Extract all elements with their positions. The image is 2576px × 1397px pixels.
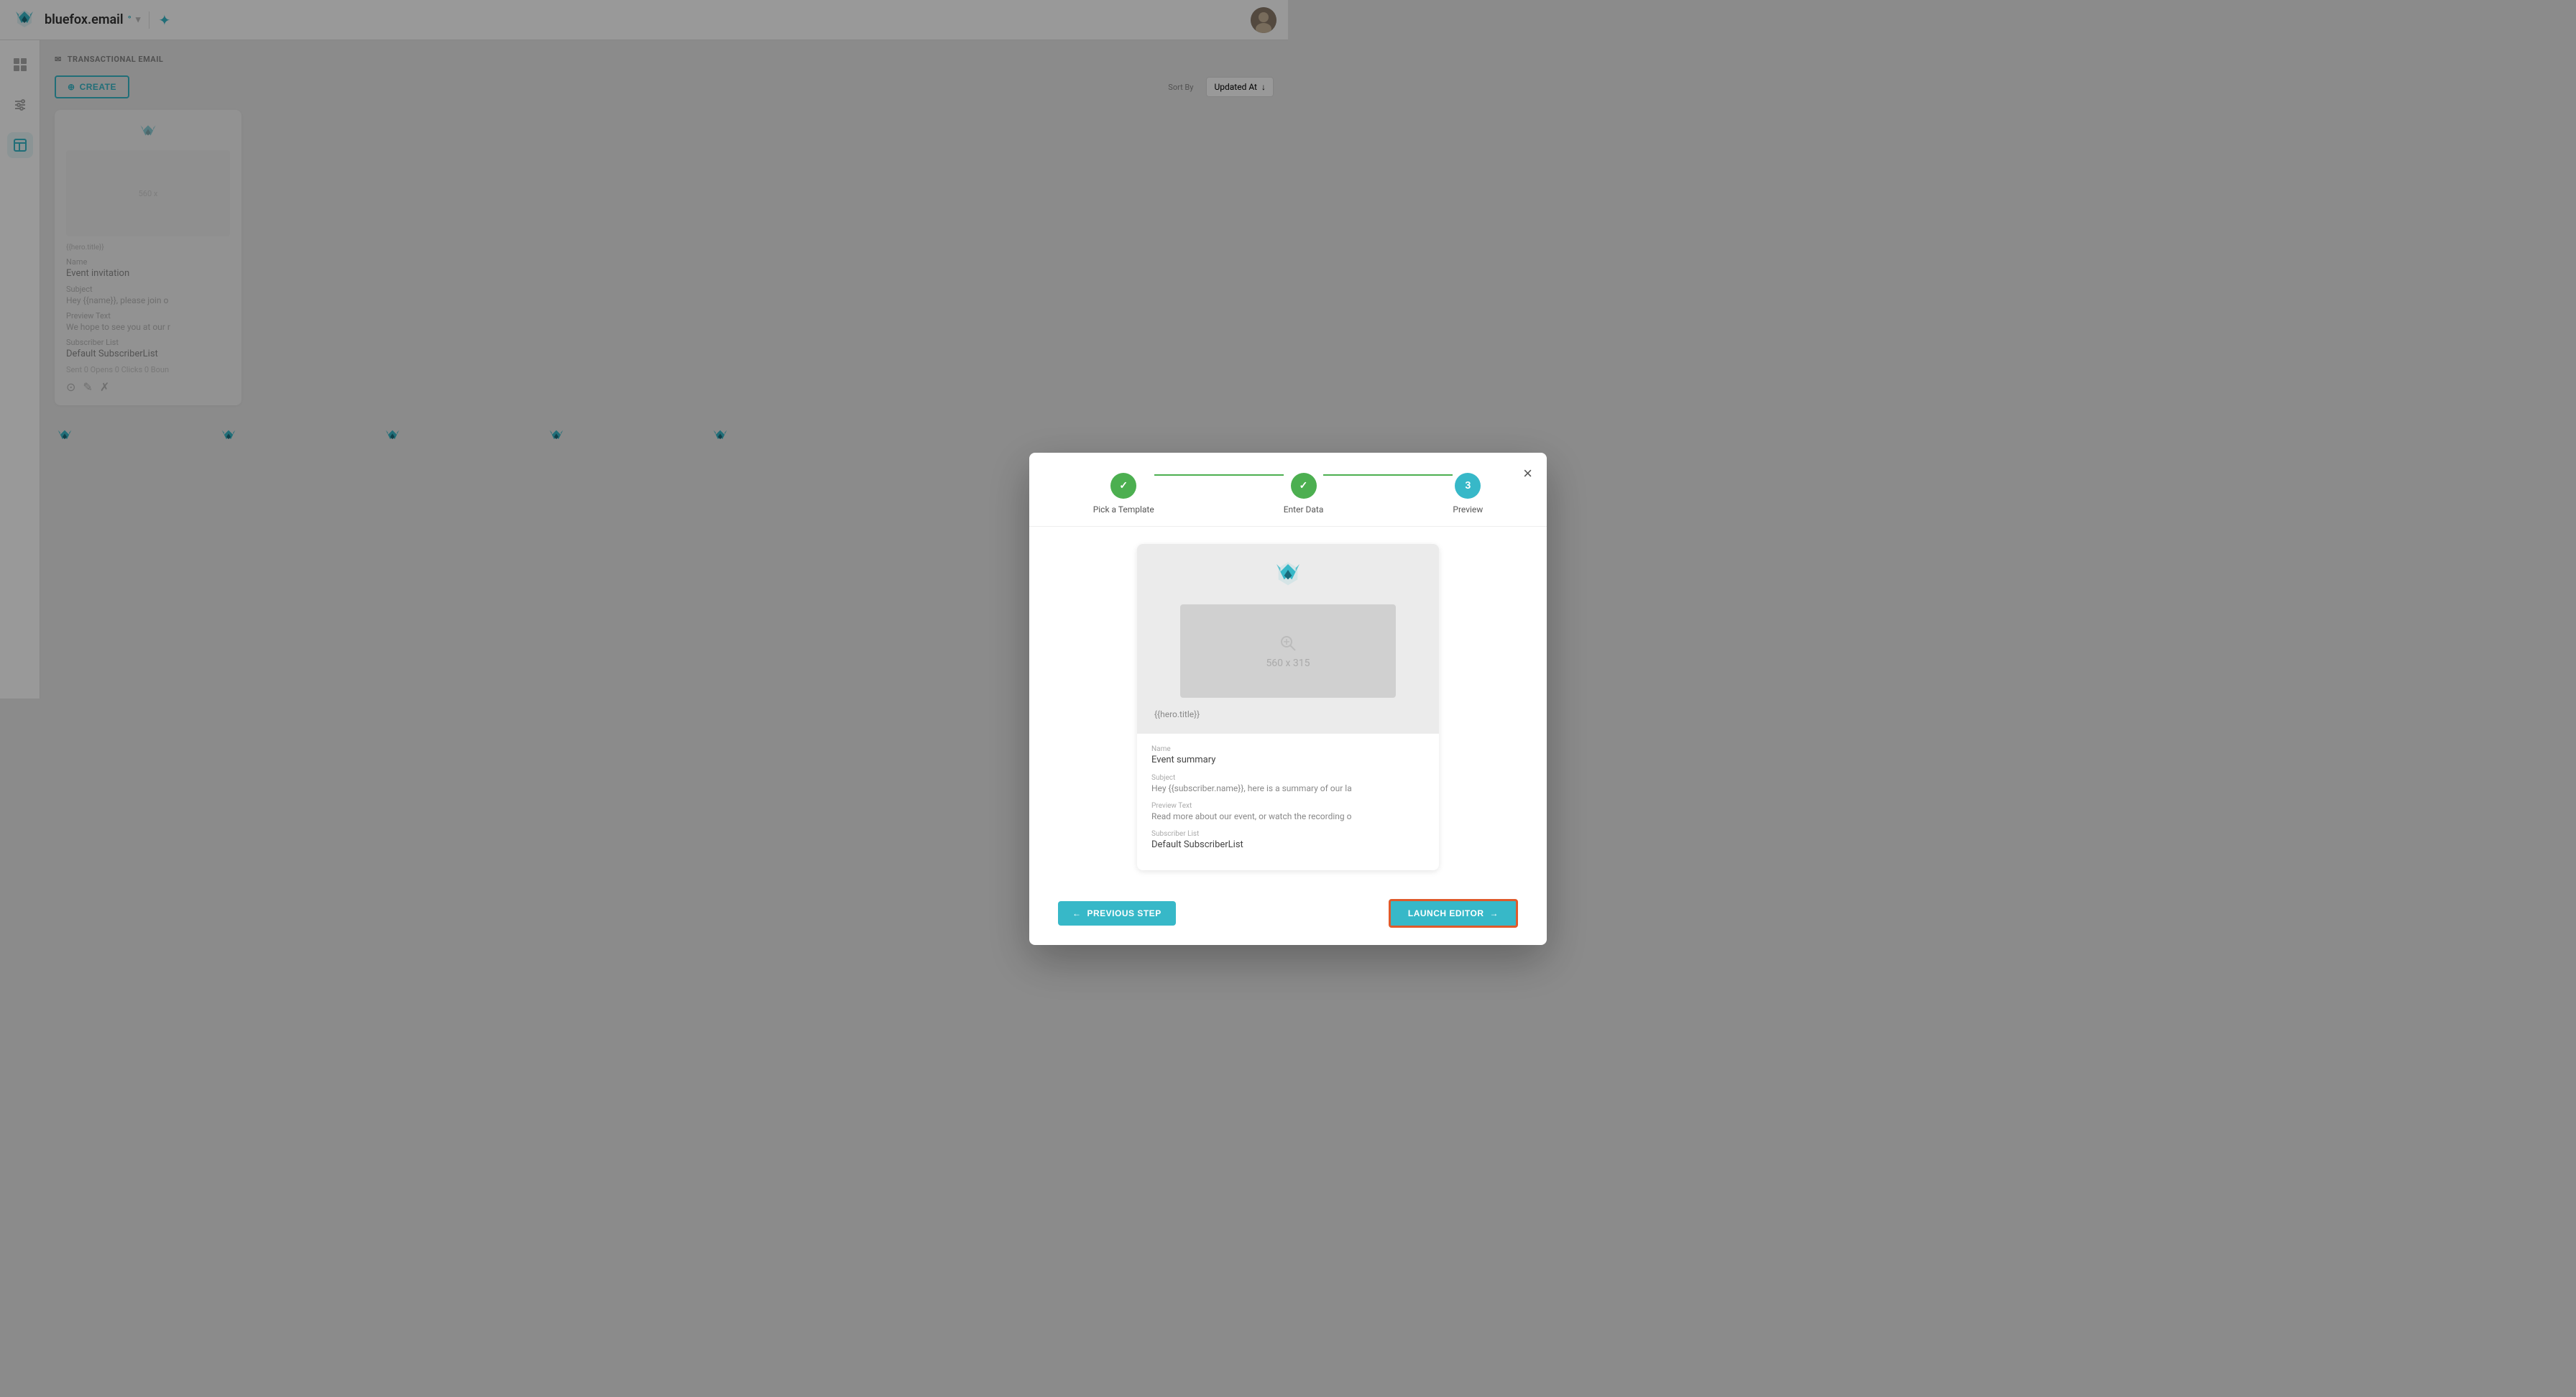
step-line-2: [1323, 474, 1453, 476]
modal-close-button[interactable]: ×: [1523, 464, 1532, 483]
step-3-circle: 3: [1455, 473, 1481, 499]
image-size-label: 560 x 315: [1266, 658, 1310, 669]
step-2-circle: ✓: [1291, 473, 1317, 499]
arrow-right-icon: →: [1490, 908, 1499, 918]
step-1-circle: ✓: [1110, 473, 1136, 499]
preview-logo-area: [1271, 558, 1305, 593]
preview-card-bottom: Name Event summary Subject Hey {{subscri…: [1137, 734, 1439, 870]
step-2: ✓ Enter Data: [1284, 473, 1324, 515]
subscriber-list-label: Subscriber List: [1151, 830, 1425, 838]
modal: × ✓ Pick a Template ✓ Enter Data: [1029, 453, 1547, 945]
launch-editor-button[interactable]: LAUNCH EDITOR →: [1389, 899, 1518, 928]
preview-image-placeholder: 560 x 315: [1180, 604, 1396, 698]
preview-email-card: 560 x 315 {{hero.title}} Name Event summ…: [1137, 544, 1439, 870]
preview-text-value: Read more about our event, or watch the …: [1151, 811, 1425, 821]
hero-title: {{hero.title}}: [1151, 709, 1425, 719]
previous-step-button[interactable]: ← PREVIOUS STEP: [1058, 901, 1176, 926]
step-3: 3 Preview: [1453, 473, 1483, 515]
stepper: ✓ Pick a Template ✓ Enter Data 3 Prev: [1029, 453, 1547, 527]
step-1-label: Pick a Template: [1093, 504, 1154, 515]
preview-text-label: Preview Text: [1151, 802, 1425, 810]
subscriber-list-value: Default SubscriberList: [1151, 839, 1425, 850]
subject-label: Subject: [1151, 774, 1425, 782]
modal-footer: ← PREVIOUS STEP LAUNCH EDITOR →: [1029, 887, 1547, 945]
modal-body: 560 x 315 {{hero.title}} Name Event summ…: [1029, 527, 1547, 887]
preview-card-top: 560 x 315 {{hero.title}}: [1137, 544, 1439, 734]
name-label: Name: [1151, 745, 1425, 753]
step-line-1: [1154, 474, 1284, 476]
subject-value: Hey {{subscriber.name}}, here is a summa…: [1151, 783, 1425, 793]
step-3-label: Preview: [1453, 504, 1483, 515]
name-value: Event summary: [1151, 755, 1425, 765]
arrow-left-icon: ←: [1072, 908, 1082, 918]
search-zoom-icon: [1278, 633, 1298, 653]
modal-overlay: × ✓ Pick a Template ✓ Enter Data: [0, 0, 2576, 1397]
step-1: ✓ Pick a Template: [1093, 473, 1154, 515]
step-2-label: Enter Data: [1284, 504, 1324, 515]
preview-fox-logo: [1271, 558, 1305, 593]
